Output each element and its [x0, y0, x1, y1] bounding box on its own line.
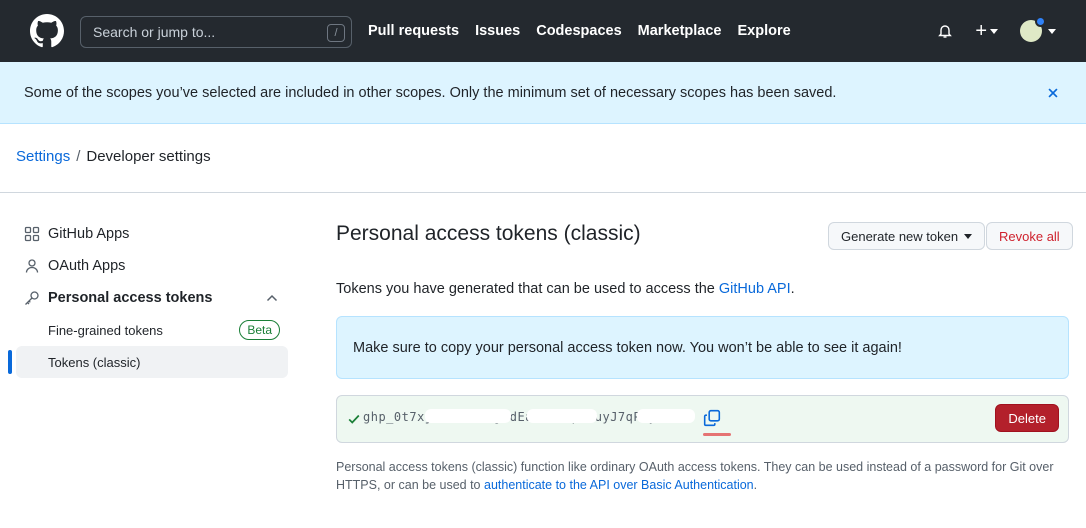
- breadcrumb-settings-link[interactable]: Settings: [16, 148, 70, 165]
- generate-new-token-button[interactable]: Generate new token: [828, 222, 986, 250]
- breadcrumb-current: Developer settings: [86, 148, 211, 165]
- settings-sidebar: GitHub Apps OAuth Apps Personal access t…: [8, 218, 288, 378]
- search-shortcut-key: /: [327, 24, 345, 42]
- sidebar-item-label: GitHub Apps: [48, 226, 130, 242]
- sidebar-item-label: Fine-grained tokens: [48, 322, 163, 338]
- nav-explore[interactable]: Explore: [737, 23, 790, 39]
- redaction-mark: [527, 409, 597, 423]
- check-icon: [348, 414, 360, 424]
- chevron-down-icon: [964, 233, 973, 239]
- beta-badge: Beta: [239, 320, 280, 340]
- nav-marketplace[interactable]: Marketplace: [638, 23, 722, 39]
- footnote: Personal access tokens (classic) functio…: [336, 458, 1069, 494]
- search-input[interactable]: Search or jump to... /: [80, 16, 352, 48]
- sidebar-item-label: Tokens (classic): [48, 354, 141, 370]
- key-icon: [24, 290, 40, 306]
- close-icon[interactable]: [1046, 86, 1060, 100]
- search-placeholder: Search or jump to...: [93, 24, 216, 40]
- plus-icon: +: [975, 20, 987, 42]
- copy-token-notice: Make sure to copy your personal access t…: [336, 316, 1069, 379]
- user-menu-dropdown[interactable]: [1020, 16, 1056, 42]
- apps-grid-icon: [24, 226, 40, 242]
- chevron-up-icon[interactable]: [266, 293, 278, 303]
- chevron-down-icon: [1048, 28, 1056, 34]
- notifications-bell-icon[interactable]: [937, 23, 953, 39]
- sidebar-item-tokens-classic[interactable]: Tokens (classic): [8, 346, 288, 378]
- redaction-mark: [637, 409, 695, 423]
- status-dot: [1035, 16, 1046, 27]
- nav-codespaces[interactable]: Codespaces: [536, 23, 621, 39]
- page-title: Personal access tokens (classic): [336, 222, 641, 245]
- github-api-link[interactable]: GitHub API: [719, 281, 791, 297]
- tokens-description: Tokens you have generated that can be us…: [336, 281, 795, 297]
- person-icon: [24, 258, 40, 274]
- flash-banner: Some of the scopes you’ve selected are i…: [0, 62, 1086, 124]
- delete-token-button[interactable]: Delete: [995, 404, 1059, 432]
- footnote-end: .: [753, 478, 758, 492]
- revoke-all-button[interactable]: Revoke all: [986, 222, 1073, 250]
- copy-icon[interactable]: [703, 409, 721, 427]
- token-value[interactable]: ghp_0t7xjkTuiPbJ6jddEaJc6x2pZ7uyJ7qPkyuX…: [363, 410, 680, 424]
- annotation-underline: [703, 433, 731, 436]
- redaction-mark: [425, 409, 511, 423]
- notice-text: Make sure to copy your personal access t…: [353, 339, 902, 356]
- new-token-row: ghp_0t7xjkTuiPbJ6jddEaJc6x2pZ7uyJ7qPkyuX…: [336, 395, 1069, 443]
- sidebar-item-label: Personal access tokens: [48, 290, 213, 306]
- basic-auth-link[interactable]: authenticate to the API over Basic Authe…: [484, 478, 754, 492]
- github-logo-icon[interactable]: [30, 14, 64, 48]
- chevron-down-icon: [990, 28, 998, 34]
- sidebar-item-label: OAuth Apps: [48, 258, 126, 274]
- create-new-dropdown[interactable]: +: [975, 20, 998, 42]
- sidebar-item-github-apps[interactable]: GitHub Apps: [16, 218, 288, 250]
- nav-issues[interactable]: Issues: [475, 23, 520, 39]
- header-actions: +: [937, 0, 1056, 62]
- breadcrumb: Settings / Developer settings: [16, 148, 211, 165]
- desc-end: .: [790, 281, 795, 297]
- sidebar-item-fine-grained-tokens[interactable]: Fine-grained tokens Beta: [16, 314, 288, 346]
- sidebar-item-personal-access-tokens[interactable]: Personal access tokens: [16, 282, 288, 314]
- button-label: Generate new token: [841, 228, 959, 244]
- avatar: [1020, 16, 1046, 42]
- global-header: Search or jump to... / Pull requests Iss…: [0, 0, 1086, 62]
- breadcrumb-separator: /: [76, 148, 81, 165]
- divider: [0, 192, 1086, 193]
- desc-text: Tokens you have generated that can be us…: [336, 281, 719, 297]
- active-indicator: [8, 350, 12, 374]
- nav-pull-requests[interactable]: Pull requests: [368, 23, 459, 39]
- sidebar-item-oauth-apps[interactable]: OAuth Apps: [16, 250, 288, 282]
- flash-message: Some of the scopes you’ve selected are i…: [24, 84, 837, 101]
- global-nav: Pull requests Issues Codespaces Marketpl…: [368, 0, 791, 62]
